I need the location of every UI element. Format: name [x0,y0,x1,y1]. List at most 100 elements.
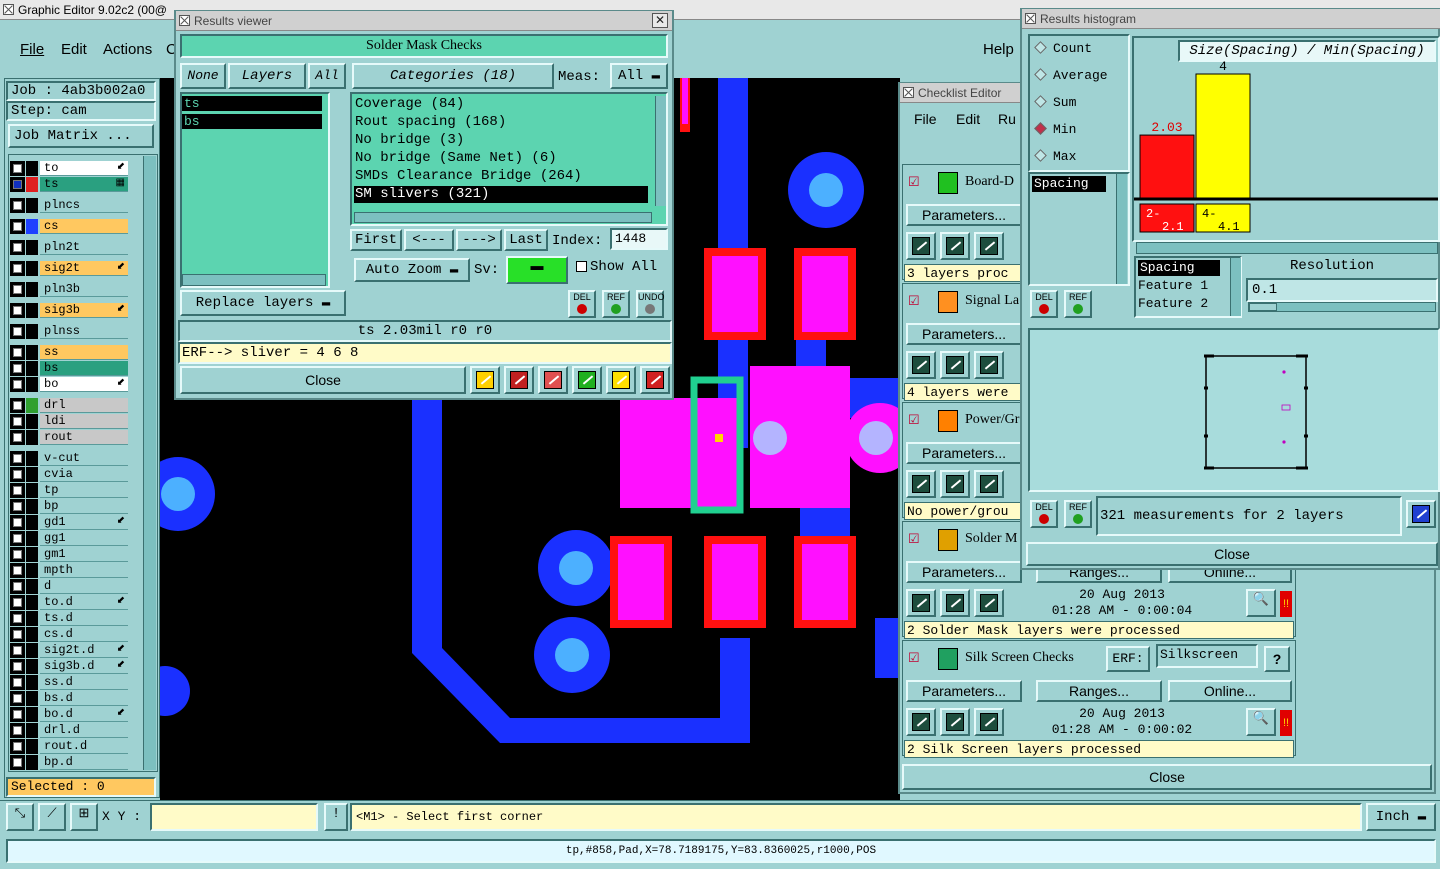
layer-checkbox[interactable] [10,324,25,339]
layer-row-pln3b[interactable]: pln3b [10,282,128,297]
layer-checkbox[interactable] [10,303,25,318]
layer-checkbox[interactable] [10,483,25,498]
index-input[interactable]: 1448 [610,228,668,250]
run-action-button[interactable] [940,351,970,379]
layer-checkbox[interactable] [10,398,25,413]
field-spacing[interactable]: Spacing [1138,260,1220,276]
sv-color-select[interactable]: ▬ [506,256,568,284]
layer-color-swatch[interactable] [26,398,38,413]
layer-color-swatch[interactable] [26,643,38,658]
run-action-button[interactable] [940,470,970,498]
layer-color-swatch[interactable] [26,755,38,770]
layer-checkbox[interactable] [10,345,25,360]
layer-checkbox[interactable] [10,531,25,546]
run-action-button[interactable] [906,470,936,498]
histogram-option-sum[interactable]: Sum [1034,95,1076,110]
close-icon[interactable]: ✕ [652,13,668,28]
layer-checkbox[interactable] [10,515,25,530]
layer-row-drl[interactable]: drl [10,398,128,413]
layer-checkbox[interactable] [10,414,25,429]
layer-row-cvia[interactable]: cvia [10,467,128,482]
histogram-titlebar[interactable]: Results histogram [1022,9,1440,29]
menu-actions[interactable]: Actions [103,41,152,58]
preview-del-button[interactable]: DEL [1030,500,1058,528]
results-viewer-titlebar[interactable]: Results viewer ✕ [176,11,672,31]
histogram-del-button[interactable]: DEL [1030,290,1058,318]
layer-row-ss.d[interactable]: ss.d [10,675,128,690]
auto-zoom-select[interactable]: Auto Zoom ▬ [354,258,470,282]
layer-color-swatch[interactable] [26,723,38,738]
run-action-button[interactable] [906,351,936,379]
layer-color-swatch[interactable] [26,675,38,690]
results-tool-5-button[interactable] [606,366,636,394]
category-item[interactable]: Coverage (84) [354,96,648,113]
checklist-menu-file[interactable]: File [914,111,937,127]
ranges-button[interactable]: Ranges... [1036,680,1162,702]
run-action-button[interactable] [974,708,1004,736]
result-layer-ts[interactable]: ts [182,96,322,111]
category-item[interactable]: Rout spacing (168) [354,114,648,131]
layer-checkbox[interactable] [10,451,25,466]
help-button[interactable]: ? [1264,646,1290,672]
layer-row-bp.d[interactable]: bp.d [10,755,128,770]
layer-row-plnss[interactable]: plnss [10,324,128,339]
category-item[interactable]: SMDs Clearance Bridge (264) [354,168,648,185]
layer-color-swatch[interactable] [26,198,38,213]
layer-row-bo.d[interactable]: bo.d ⬋ [10,707,128,722]
prompt-alert-button[interactable]: ! [324,803,348,831]
category-item[interactable]: No bridge (3) [354,132,648,149]
layer-row-ts[interactable]: ts ▦ [10,177,128,192]
results-tool-2-button[interactable] [504,366,534,394]
layer-color-swatch[interactable] [26,451,38,466]
layer-row-rout[interactable]: rout [10,430,128,445]
histogram-list-spacing[interactable]: Spacing [1032,176,1106,192]
layer-row-plncs[interactable]: plncs [10,198,128,213]
run-action-button[interactable] [906,708,936,736]
histogram-list-scrollbar[interactable] [1116,174,1127,284]
categories-scrollbar[interactable] [655,96,666,206]
histogram-button[interactable] [640,366,670,394]
layer-color-swatch[interactable] [26,483,38,498]
layer-color-swatch[interactable] [26,219,38,234]
ref-button[interactable]: REF [602,290,630,318]
prev-button[interactable]: <--- [404,229,454,251]
layer-row-ts.d[interactable]: ts.d [10,611,128,626]
layer-color-swatch[interactable] [26,659,38,674]
layer-row-drl.d[interactable]: drl.d [10,723,128,738]
parameters-button[interactable]: Parameters... [906,561,1022,583]
layer-checkbox[interactable] [10,467,25,482]
resolution-slider[interactable] [1248,302,1436,312]
run-action-button[interactable] [974,351,1004,379]
check-icon[interactable]: ☑ [908,174,920,190]
parameters-button[interactable]: Parameters... [906,204,1022,226]
layer-color-swatch[interactable] [26,467,38,482]
layer-color-swatch[interactable] [26,261,38,276]
layer-row-ss[interactable]: ss [10,345,128,360]
layer-color-swatch[interactable] [26,691,38,706]
layer-row-cs.d[interactable]: cs.d [10,627,128,642]
layer-color-swatch[interactable] [26,531,38,546]
layer-checkbox[interactable] [10,691,25,706]
layer-row-bs.d[interactable]: bs.d [10,691,128,706]
results-tool-4-button[interactable] [572,366,602,394]
run-action-button[interactable] [974,470,1004,498]
del-button[interactable]: DEL [568,290,596,318]
histogram-close-button[interactable]: Close [1026,542,1438,566]
category-item[interactable]: No bridge (Same Net) (6) [354,150,648,167]
layer-checkbox[interactable] [10,219,25,234]
results-close-button[interactable]: Close [180,366,466,394]
layer-checkbox[interactable] [10,755,25,770]
meas-select[interactable]: All ▬ [610,63,668,89]
histogram-option-min[interactable]: Min [1034,122,1076,137]
layer-row-bo[interactable]: bo ⬋ [10,377,128,392]
layer-row-v-cut[interactable]: v-cut [10,451,128,466]
layer-checkbox[interactable] [10,547,25,562]
menu-file[interactable]: File [20,41,44,58]
tool-zoom-button[interactable]: ⤡ [6,803,34,831]
layer-row-gd1[interactable]: gd1 ⬋ [10,515,128,530]
layer-color-swatch[interactable] [26,430,38,445]
histogram-option-max[interactable]: Max [1034,149,1076,164]
units-select[interactable]: Inch ▬ [1366,803,1436,831]
layer-checkbox[interactable] [10,198,25,213]
tool-grid-button[interactable]: ⊞ [70,803,98,831]
